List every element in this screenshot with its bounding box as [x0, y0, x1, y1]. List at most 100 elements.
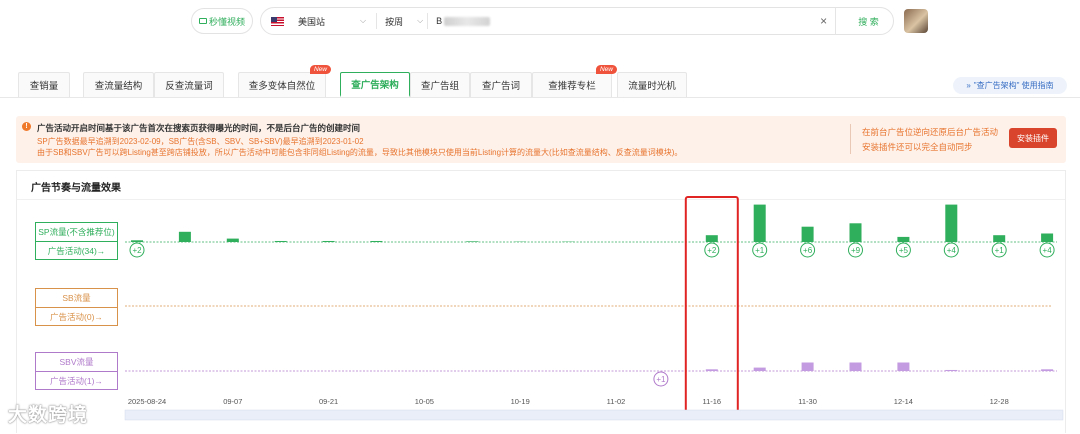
notice-line-2: SP广告数据最早追溯到2023-02-09，SB广告(含SB、SBV、SB+SB…: [37, 136, 364, 147]
sp-bar: [323, 241, 335, 242]
x-tick-label: 10-19: [511, 397, 530, 406]
sp-marker-label: +6: [803, 246, 813, 255]
tab-1[interactable]: 查流量结构: [83, 72, 154, 97]
sp-bar: [1041, 234, 1053, 243]
tab-label: 查多变体自然位: [249, 78, 316, 92]
sp-bar: [131, 240, 143, 242]
us-flag-icon: [271, 17, 284, 26]
sp-marker-label: +9: [851, 246, 861, 255]
sp-row-box: SP流量(不含推荐位) 广告活动(34)→: [35, 222, 118, 260]
tab-6[interactable]: 查广告词: [470, 72, 532, 97]
quick-video-label: 秒懂视频: [209, 15, 245, 28]
x-tick-label: 11-02: [607, 397, 626, 406]
avatar[interactable]: [904, 9, 928, 33]
sp-campaigns-link[interactable]: 广告活动(34)→: [36, 241, 117, 259]
sb-row-box: SB流量 广告活动(0)→: [35, 288, 118, 326]
sp-traffic-label[interactable]: SP流量(不含推荐位): [36, 223, 117, 241]
sp-marker-label: +2: [707, 246, 717, 255]
tab-label: 查销量: [30, 78, 59, 92]
notice-line-3: 由于SB和SBV广告可以跨Listing甚至跨店铺投放，所以广告活动中可能包含非…: [37, 147, 682, 158]
period-select[interactable]: 按周: [385, 15, 417, 28]
sp-bar: [466, 241, 478, 242]
x-tick-label: 11-16: [702, 397, 721, 406]
sp-marker-label: +4: [947, 246, 957, 255]
tab-label: 流量时光机: [628, 78, 676, 92]
sbv-bar: [1041, 369, 1053, 371]
notice-banner: ! 广告活动开启时间基于该广告首次在搜索页获得曝光的时间，不是后台广告的创建时间…: [16, 116, 1066, 163]
sbv-bar: [897, 363, 909, 372]
site-select[interactable]: 美国站: [298, 15, 358, 28]
clear-icon[interactable]: ×: [820, 14, 827, 28]
warning-icon: !: [22, 122, 31, 131]
tab-5[interactable]: 查广告组: [410, 72, 470, 97]
plugin-hint-1: 在前台广告位逆向还原后台广告活动: [862, 126, 998, 138]
tab-label: 反查流量词: [165, 78, 213, 92]
sbv-traffic-label[interactable]: SBV流量: [36, 353, 117, 371]
timeline-scrollbar: [125, 410, 1063, 420]
search-button[interactable]: 搜 索: [858, 15, 879, 28]
notice-title: 广告活动开启时间基于该广告首次在搜索页获得曝光的时间，不是后台广告的创建时间: [37, 122, 360, 134]
new-badge: New: [310, 65, 331, 74]
x-tick-label: 12-28: [990, 397, 1009, 406]
tab-label: 查广告架构: [351, 77, 399, 91]
tab-0[interactable]: 查销量: [18, 72, 70, 97]
sbv-row-box: SBV流量 广告活动(1)→: [35, 352, 118, 390]
x-tick-label: 10-05: [415, 397, 434, 406]
sp-bar: [179, 232, 191, 242]
sbv-bar: [945, 370, 957, 371]
x-tick-label: 09-21: [319, 397, 338, 406]
highlight-box: [686, 197, 738, 413]
sbv-bar: [802, 363, 814, 372]
tab-label: 查流量结构: [95, 78, 143, 92]
sp-marker-label: +2: [132, 246, 142, 255]
sp-bar: [802, 227, 814, 242]
sp-bar: [371, 241, 383, 242]
ad-rhythm-chart: +2 +2 +1 +6 +9 +5 +4 +1 +4 +1 2025-08-24 09-07 09-21…: [17, 171, 1065, 434]
sbv-bar: [754, 368, 766, 371]
sp-bar: [850, 223, 862, 242]
sbv-marker-label: +1: [656, 375, 666, 384]
redacted-asin: [444, 17, 490, 26]
search-bar: 美国站 ⌵ 按周 ⌵ B × 搜 索: [260, 7, 894, 35]
x-tick-label: 11-30: [798, 397, 817, 406]
sbv-bar: [706, 369, 718, 371]
top-bar: 秒懂视频 美国站 ⌵ 按周 ⌵ B × 搜 索: [0, 0, 1080, 44]
sp-marker-label: +1: [755, 246, 765, 255]
sp-bar: [275, 241, 287, 242]
tab-label: 查广告词: [482, 78, 520, 92]
site-chevron-down-icon[interactable]: ⌵: [360, 16, 366, 26]
double-chevron-icon: »: [966, 81, 970, 90]
tab-2[interactable]: 反查流量词: [154, 72, 224, 97]
x-tick-label: 2025-08-24: [128, 397, 166, 406]
tab-bar: 查销量查流量结构反查流量词查多变体自然位New查广告架构查广告组查广告词查推荐专…: [0, 72, 1080, 98]
period-chevron-down-icon[interactable]: ⌵: [417, 16, 423, 26]
sbv-campaigns-link[interactable]: 广告活动(1)→: [36, 371, 117, 389]
tab-3[interactable]: 查多变体自然位New: [238, 72, 326, 97]
tab-label: 查推荐专栏: [548, 78, 596, 92]
watermark-logo: 大数跨境: [8, 400, 88, 427]
plugin-hint-2: 安装插件还可以完全自动同步: [862, 141, 973, 153]
tab-7[interactable]: 查推荐专栏New: [532, 72, 612, 97]
sp-marker-label: +4: [1043, 246, 1053, 255]
sp-bar: [706, 235, 718, 242]
sb-traffic-label[interactable]: SB流量: [36, 289, 117, 307]
x-tick-label: 12-14: [894, 397, 913, 406]
sbv-bar: [850, 363, 862, 372]
sp-bar: [897, 237, 909, 242]
sp-marker-label: +1: [995, 246, 1005, 255]
quick-video-button[interactable]: 秒懂视频: [191, 8, 253, 34]
sp-bar: [754, 205, 766, 242]
usage-guide-link[interactable]: » "查广告架构" 使用指南: [953, 77, 1067, 94]
tab-8[interactable]: 流量时光机: [617, 72, 687, 97]
install-plugin-button[interactable]: 安装插件: [1009, 128, 1057, 148]
tab-4[interactable]: 查广告架构: [340, 72, 410, 97]
search-input[interactable]: B: [436, 16, 442, 26]
sp-marker-label: +5: [899, 246, 909, 255]
sp-bar: [945, 205, 957, 242]
ad-rhythm-panel: 广告节奏与流量效果 +2+2+1+6+9+5+4+1+4+12025-08-24…: [16, 170, 1066, 433]
x-tick-label: 09-07: [223, 397, 242, 406]
video-icon: [199, 18, 207, 24]
sb-campaigns-link[interactable]: 广告活动(0)→: [36, 307, 117, 325]
usage-guide-label: "查广告架构" 使用指南: [974, 80, 1054, 91]
new-badge: New: [596, 65, 617, 74]
